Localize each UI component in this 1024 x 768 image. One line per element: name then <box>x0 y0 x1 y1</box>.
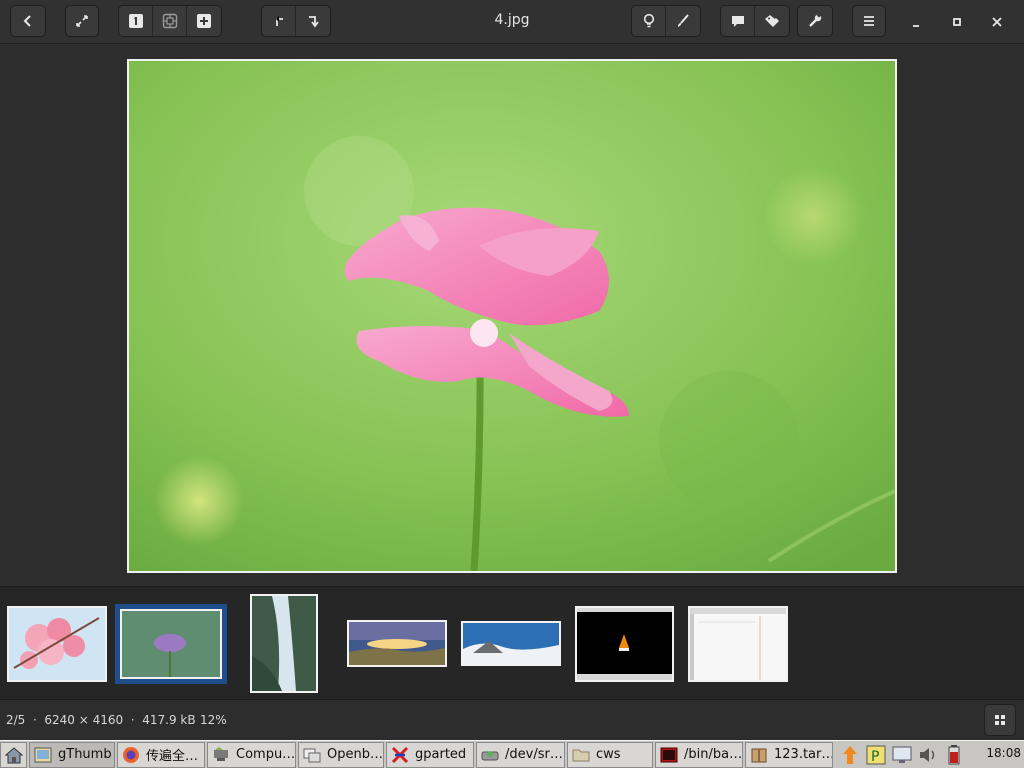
task-gthumb[interactable]: gThumb <box>29 741 115 768</box>
thumbnail-document-screenshot[interactable] <box>688 606 788 682</box>
task-label: gThumb <box>58 747 112 762</box>
header-bar: 4.jpg <box>0 0 1024 44</box>
task-label: cws <box>596 747 621 762</box>
task-cws[interactable]: cws <box>567 741 653 768</box>
tools-button[interactable] <box>797 5 833 37</box>
battery-icon[interactable] <box>943 744 965 766</box>
thumbnail-cherry-blossom[interactable] <box>7 606 107 682</box>
minimize-button[interactable] <box>905 10 929 34</box>
wrench-icon <box>809 13 822 27</box>
zoom-in-icon <box>197 14 211 28</box>
fit-icon <box>162 13 177 29</box>
actual-size-button[interactable] <box>119 6 153 36</box>
taskbar: gThumb 传遍全… Compu… Openb… gparted /dev/s… <box>0 740 1024 768</box>
comment-button[interactable] <box>721 6 755 36</box>
display-icon[interactable] <box>891 744 913 766</box>
maximize-button[interactable] <box>945 10 969 34</box>
window-title: 4.jpg <box>494 12 530 28</box>
tags-icon <box>765 15 779 27</box>
task-openbox[interactable]: Openb… <box>298 741 384 768</box>
status-bar: 2/5 · 6240 × 4160 · 417.9 kB 12% <box>0 700 1024 740</box>
task-label: Openb… <box>327 747 383 762</box>
package-icon[interactable]: P <box>865 744 887 766</box>
fullscreen-button[interactable] <box>65 5 99 37</box>
rotate-right-button[interactable] <box>296 6 330 36</box>
rotate-group <box>261 5 331 37</box>
task-label: Compu… <box>236 747 296 762</box>
tags-button[interactable] <box>755 6 789 36</box>
rotate-left-icon <box>275 16 283 26</box>
hamburger-icon <box>864 16 874 26</box>
fullscreen-icon <box>76 15 88 27</box>
rotate-right-icon <box>309 16 319 28</box>
svg-text:P: P <box>871 749 879 765</box>
back-icon <box>23 15 31 27</box>
zoom-level: 12% <box>200 713 227 727</box>
minimize-icon <box>913 25 919 27</box>
enhance-group <box>631 5 701 37</box>
comment-icon <box>731 16 744 27</box>
main-image[interactable] <box>127 59 897 573</box>
maximize-icon <box>953 18 961 26</box>
thumbnail-sunset-landscape[interactable] <box>347 620 447 667</box>
task-label: 123.tar… <box>774 747 833 762</box>
thumbnail-mountain-clouds[interactable] <box>461 621 561 666</box>
task-firefox[interactable]: 传遍全… <box>117 741 205 768</box>
thumbnail-strip <box>0 586 1024 700</box>
rotate-left-button[interactable] <box>262 6 296 36</box>
thumbnail-waterfall[interactable] <box>250 594 318 693</box>
image-info: 2/5 · 6240 × 4160 · 417.9 kB <box>6 713 196 727</box>
edit-button[interactable] <box>666 6 700 36</box>
task-gparted[interactable]: gparted <box>386 741 474 768</box>
home-icon <box>4 746 24 763</box>
computer-icon <box>214 746 228 761</box>
adjust-button[interactable] <box>632 6 666 36</box>
drive-icon <box>481 750 499 760</box>
task-label: gparted <box>415 747 467 762</box>
brush-icon <box>678 14 689 27</box>
task-archive[interactable]: 123.tar… <box>745 741 833 768</box>
close-button[interactable] <box>985 10 1009 34</box>
browser-view-button[interactable] <box>984 704 1016 736</box>
system-tray: P <box>839 744 969 766</box>
gthumb-window: 4.jpg 2/5 · 6240 × 4160 · 417.9 kB 12% g… <box>0 0 1024 768</box>
poppy-photo <box>129 61 895 571</box>
start-menu-button[interactable] <box>0 741 27 768</box>
zoom-group <box>118 5 222 37</box>
thumbnail-purple-flower[interactable] <box>115 604 227 684</box>
gparted-icon <box>391 746 409 763</box>
zoom-in-button[interactable] <box>187 6 221 36</box>
back-button[interactable] <box>10 5 46 37</box>
image-viewer[interactable] <box>0 45 1024 585</box>
thumbnail-vlc-screenshot[interactable] <box>575 606 674 682</box>
task-dev-sr[interactable]: /dev/sr… <box>476 741 565 768</box>
lightbulb-icon <box>643 13 654 28</box>
grid-icon <box>995 715 1005 725</box>
metadata-group <box>720 5 790 37</box>
folder-icon <box>572 749 590 761</box>
archive-icon <box>751 748 767 762</box>
terminal-icon <box>660 747 678 762</box>
windows-icon <box>303 748 321 762</box>
task-label: /dev/sr… <box>505 747 563 762</box>
fit-button[interactable] <box>153 6 187 36</box>
menu-button[interactable] <box>852 5 886 37</box>
volume-icon[interactable] <box>917 744 939 766</box>
actual-size-icon <box>128 14 143 28</box>
gthumb-icon <box>34 747 52 762</box>
firefox-icon <box>123 746 139 763</box>
clock: 18:08 <box>986 746 1021 760</box>
task-label: /bin/ba… <box>684 747 743 762</box>
task-computer[interactable]: Compu… <box>207 741 296 768</box>
task-label: 传遍全… <box>146 749 199 764</box>
update-icon[interactable] <box>839 744 861 766</box>
close-icon <box>992 17 1002 27</box>
task-terminal[interactable]: /bin/ba… <box>655 741 743 768</box>
